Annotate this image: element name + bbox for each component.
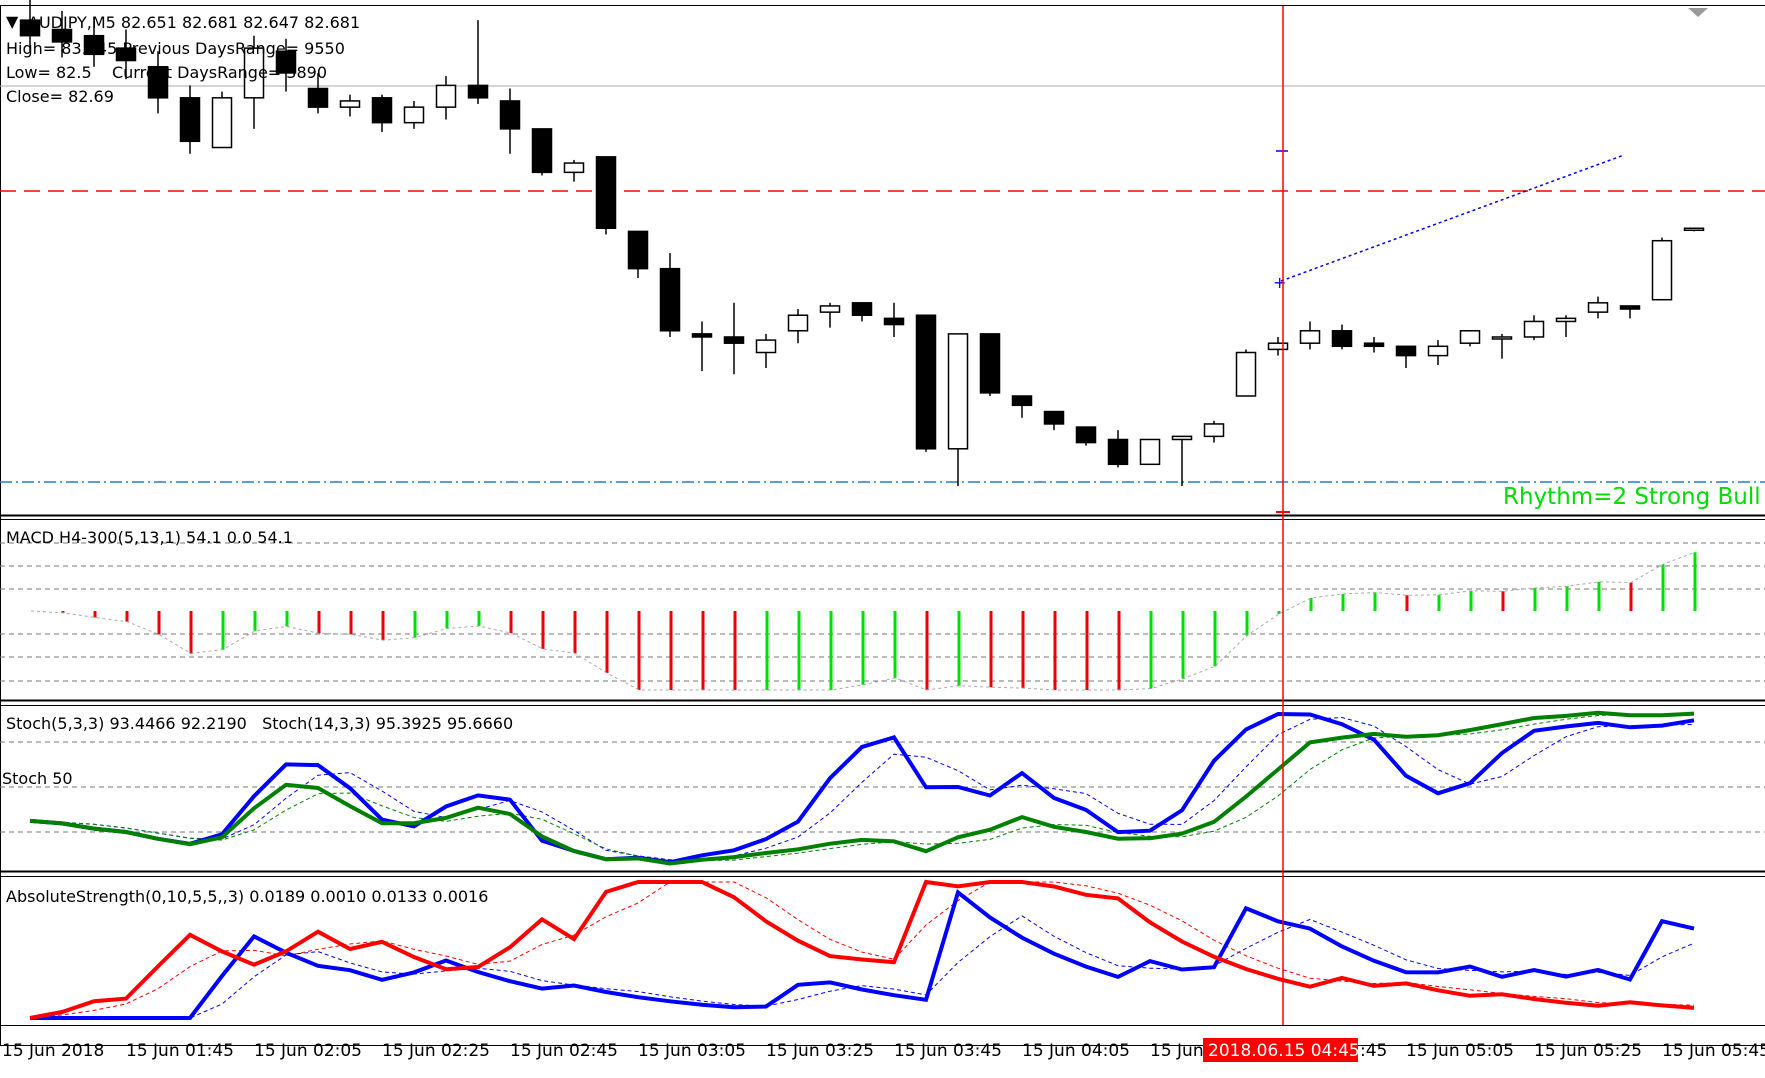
rhythm-text: Rhythm=2 Strong Bull F bbox=[1503, 484, 1765, 510]
time-label: 15 Jun 02:05 bbox=[254, 1041, 362, 1061]
candle bbox=[211, 91, 233, 149]
info-high: High= 83.645 Previous DaysRange= 9550 bbox=[6, 39, 345, 58]
crosshair-time-label: 2018.06.15 04:45 bbox=[1208, 1041, 1360, 1061]
info-close: Close= 82.69 bbox=[6, 87, 114, 106]
crosshair-time-suffix: :45 bbox=[1360, 1041, 1387, 1061]
candle bbox=[595, 156, 617, 235]
trading-chart[interactable]: + ▼ AUDJPY,M5 82.651 82.681 82.647 82.68… bbox=[0, 0, 1765, 1078]
time-label: 15 Jun 05:25 bbox=[1534, 1041, 1642, 1061]
dropdown-triangle-icon[interactable]: ▼ bbox=[6, 12, 19, 31]
stoch-label: Stoch(5,3,3) 93.4466 92.2190 Stoch(14,3,… bbox=[6, 714, 513, 733]
projection-marker: + bbox=[1273, 273, 1286, 292]
time-label: 15 Jun 05:45 bbox=[1662, 1041, 1765, 1061]
abs-label: AbsoluteStrength(0,10,5,5,,3) 0.0189 0.0… bbox=[6, 887, 488, 906]
time-label: 15 Jun 04:05 bbox=[1022, 1041, 1130, 1061]
stoch-level-label: Stoch 50 bbox=[2, 769, 73, 788]
time-label: 15 Jun 03:25 bbox=[766, 1041, 874, 1061]
time-label: 15 Jun 02:25 bbox=[382, 1041, 490, 1061]
time-label: 15 Jun bbox=[1150, 1041, 1204, 1061]
symbol-line: AUDJPY,M5 82.651 82.681 82.647 82.681 bbox=[28, 13, 360, 32]
time-label: 15 Jun 2018 bbox=[2, 1041, 104, 1061]
time-label: 15 Jun 03:05 bbox=[638, 1041, 746, 1061]
macd-label: MACD H4-300(5,13,1) 54.1 0.0 54.1 bbox=[6, 528, 293, 547]
candle bbox=[915, 314, 937, 452]
time-label: 15 Jun 02:45 bbox=[510, 1041, 618, 1061]
time-label: 15 Jun 05:05 bbox=[1406, 1041, 1514, 1061]
candle bbox=[979, 333, 1001, 396]
candle bbox=[531, 128, 553, 176]
candle bbox=[1075, 426, 1097, 446]
info-low: Low= 82.5 Current DaysRange= 3890 bbox=[6, 63, 327, 82]
time-label: 15 Jun 01:45 bbox=[126, 1041, 234, 1061]
candle bbox=[1235, 349, 1257, 397]
candle bbox=[1651, 237, 1673, 301]
candle bbox=[1683, 227, 1705, 232]
time-label: 15 Jun 03:45 bbox=[894, 1041, 1002, 1061]
candle bbox=[1139, 438, 1161, 466]
